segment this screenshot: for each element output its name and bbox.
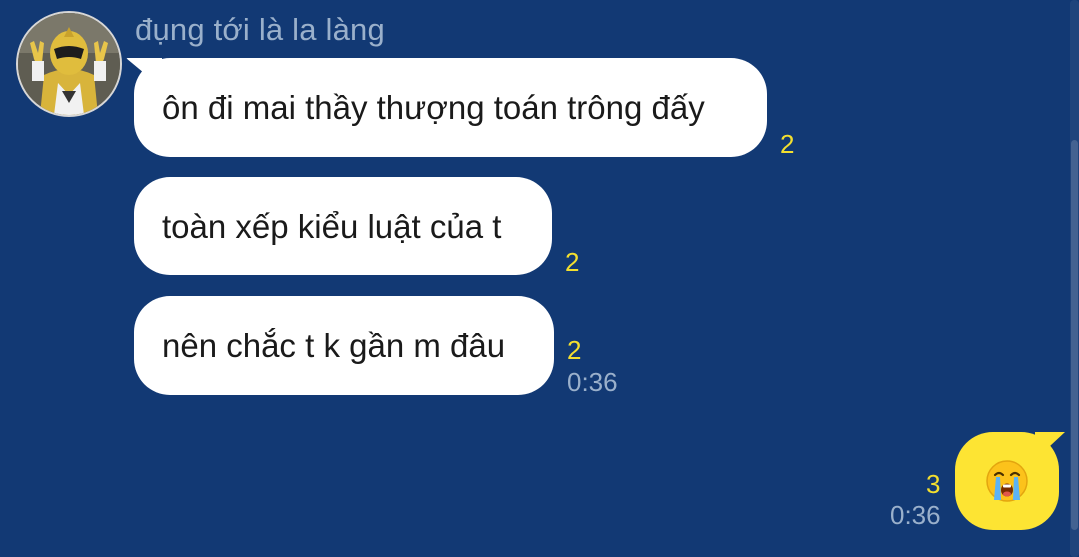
- sender-name: đụng tới là la làng: [135, 12, 385, 47]
- read-count: 3: [926, 469, 941, 499]
- message-text: nên chắc t k gần m đâu: [162, 327, 506, 364]
- message-text: toàn xếp kiểu luật của t: [162, 207, 502, 245]
- my-message-bubble[interactable]: [955, 432, 1059, 530]
- message-bubble[interactable]: toàn xếp kiểu luật của t: [134, 177, 552, 275]
- message-bubble[interactable]: nên chắc t k gần m đâu: [134, 296, 554, 395]
- message-time: 0:36: [890, 500, 941, 530]
- read-count: 2: [565, 247, 580, 277]
- chat-room: đụng tới là la làng ôn đi mai thầy thượn…: [0, 0, 1079, 557]
- crying-face-icon: [986, 460, 1028, 502]
- yellow-ranger-icon: [18, 13, 120, 115]
- read-count: 2: [780, 129, 795, 159]
- scrollbar-thumb[interactable]: [1071, 140, 1078, 530]
- message-time: 0:36: [567, 367, 618, 397]
- message-bubble[interactable]: ôn đi mai thầy thượng toán trông đấy: [134, 58, 767, 157]
- scrollbar-track[interactable]: [1070, 0, 1079, 557]
- read-count: 2: [567, 335, 582, 365]
- message-text: ôn đi mai thầy thượng toán trông đấy: [162, 89, 705, 126]
- sender-avatar[interactable]: [16, 11, 122, 117]
